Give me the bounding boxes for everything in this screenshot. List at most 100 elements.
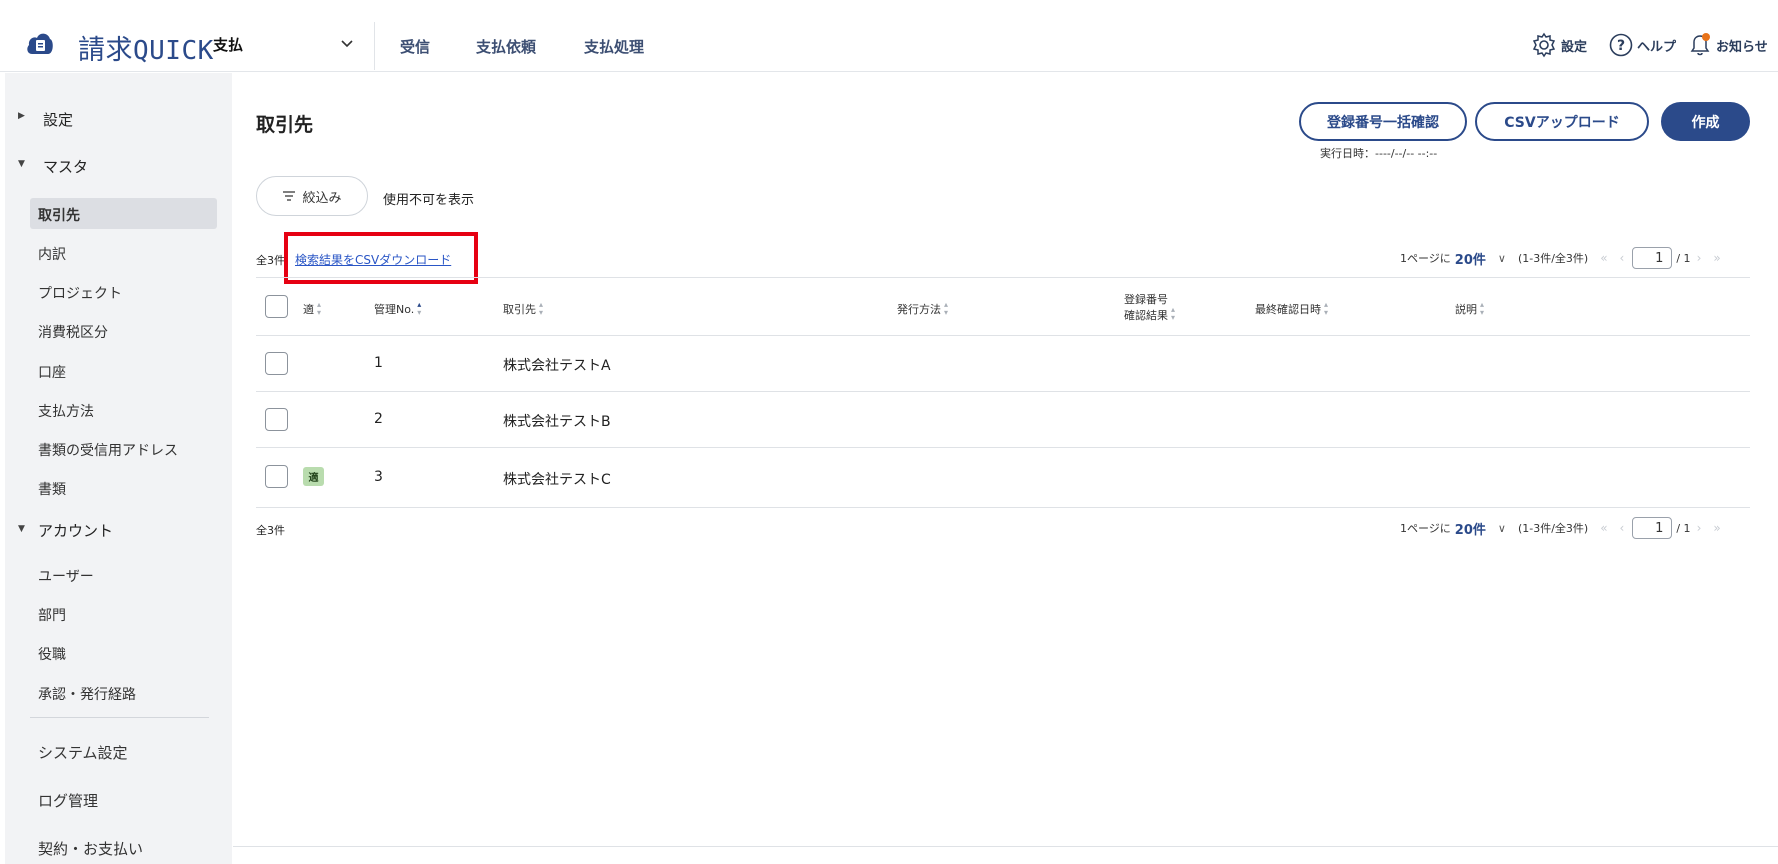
help-icon: ? (1609, 33, 1633, 57)
create-button[interactable]: 作成 (1661, 102, 1750, 141)
row-partner[interactable]: 株式会社テストA (503, 355, 611, 375)
row-border (256, 391, 1750, 392)
total-count-top: 全3件 (256, 254, 285, 267)
row-no: 3 (374, 469, 383, 485)
filter-button[interactable]: 絞込み (256, 176, 368, 216)
tab-receive[interactable]: 受信 (400, 36, 430, 57)
exec-time: 実行日時：----/--/-- --:-- (1320, 147, 1438, 160)
sidebar-item-breakdown[interactable]: 内訳 (38, 244, 66, 264)
last-page-icon[interactable]: » (1713, 251, 1720, 265)
row-partner[interactable]: 株式会社テストC (503, 469, 611, 489)
prev-page-icon[interactable]: ‹ (1620, 521, 1625, 535)
chevron-down-icon[interactable]: ∨ (1498, 522, 1506, 535)
last-page-icon[interactable]: » (1713, 521, 1720, 535)
pager-range: (1-3件/全3件) (1517, 522, 1589, 535)
sort-icon: ▴ ▾ (1171, 305, 1176, 322)
sidebar-item-users[interactable]: ユーザー (38, 566, 94, 586)
chevron-down-icon[interactable]: ∨ (1498, 252, 1506, 265)
pager-total: / 1 (1676, 251, 1691, 265)
sidebar-item-project[interactable]: プロジェクト (38, 283, 122, 303)
col-header-registration[interactable]: 登録番号 確認結果 ▴ ▾ (1124, 292, 1175, 324)
filter-icon (283, 191, 296, 201)
row-checkbox[interactable] (265, 465, 288, 488)
sidebar-group-account[interactable]: アカウント (38, 520, 113, 541)
row-checkbox[interactable] (265, 408, 288, 431)
col-header-method-label: 発行方法 (897, 303, 941, 316)
table-bottom-border (256, 507, 1750, 508)
header-divider (374, 22, 375, 70)
sidebar-item-tax-category[interactable]: 消費税区分 (38, 322, 108, 342)
pager-bottom: 1ページに 20件 ∨ (1-3件/全3件) « ‹ 1 / 1 › » (1400, 517, 1727, 539)
sidebar-item-departments[interactable]: 部門 (38, 605, 66, 625)
sidebar-item-documents[interactable]: 書類 (38, 479, 66, 499)
row-no: 2 (374, 411, 383, 427)
page-input[interactable]: 1 (1632, 247, 1673, 269)
page-size-select[interactable]: 20件 (1455, 519, 1486, 538)
app-logo-icon (27, 33, 53, 54)
sort-icon: ▴ ▾ (317, 300, 322, 317)
sidebar-item-account[interactable]: 口座 (38, 362, 66, 382)
caret-down-icon[interactable]: ▼ (18, 524, 25, 534)
next-page-icon[interactable]: › (1697, 521, 1702, 535)
col-header-no-label: 管理No. (374, 303, 415, 316)
sidebar-item-receive-address[interactable]: 書類の受信用アドレス (38, 440, 178, 460)
caret-down-icon[interactable]: ▼ (18, 159, 25, 169)
sort-icon: ▴ ▾ (1480, 300, 1485, 317)
brand-kanji: 請求 (78, 35, 133, 65)
mode-select[interactable]: 支払 (213, 34, 243, 55)
sidebar-group-master[interactable]: マスタ (43, 156, 88, 177)
total-count-bottom: 全3件 (256, 524, 285, 537)
col-header-description[interactable]: 説明 ▴ ▾ (1455, 301, 1484, 317)
sidebar-item-contract[interactable]: 契約・お支払い (38, 838, 143, 859)
svg-text:?: ? (1617, 38, 1625, 54)
row-partner[interactable]: 株式会社テストB (503, 411, 611, 431)
pager-range: (1-3件/全3件) (1517, 252, 1589, 265)
col-header-registration-line2: 確認結果 (1124, 309, 1168, 322)
sort-icon: ▴ ▾ (1324, 300, 1329, 317)
bell-icon (1690, 33, 1710, 56)
sidebar-item-approval-route[interactable]: 承認・発行経路 (38, 684, 136, 704)
page-size-select[interactable]: 20件 (1455, 249, 1486, 268)
pager-prefix: 1ページに (1400, 522, 1451, 535)
sidebar-item-partners[interactable]: 取引先 (38, 205, 80, 225)
tab-payment-processing[interactable]: 支払処理 (584, 36, 644, 57)
tab-payment-request[interactable]: 支払依頼 (476, 36, 536, 57)
col-header-partner[interactable]: 取引先 ▴ ▾ (503, 301, 543, 317)
first-page-icon[interactable]: « (1600, 251, 1607, 265)
sidebar-item-log-management[interactable]: ログ管理 (38, 790, 98, 811)
help-button[interactable]: ? ヘルプ (1609, 31, 1676, 59)
select-all-checkbox[interactable] (265, 295, 288, 318)
caret-right-icon[interactable]: ▶ (18, 111, 25, 121)
sort-icon: ▴ ▾ (944, 300, 949, 317)
col-header-description-label: 説明 (1455, 303, 1477, 316)
sort-icon: ▴ ▾ (539, 300, 544, 317)
tekikaku-badge: 適 (303, 467, 324, 486)
settings-button[interactable]: 設定 (1531, 31, 1587, 59)
sidebar-divider (30, 717, 209, 718)
page-input[interactable]: 1 (1632, 517, 1673, 539)
chevron-down-icon[interactable] (340, 36, 354, 50)
col-header-last-checked[interactable]: 最終確認日時 ▴ ▾ (1255, 301, 1328, 317)
row-no: 1 (374, 355, 383, 371)
sidebar-group-settings[interactable]: 設定 (43, 109, 73, 130)
next-page-icon[interactable]: › (1697, 251, 1702, 265)
notice-label: お知らせ (1716, 39, 1768, 55)
csv-upload-button[interactable]: CSVアップロード (1475, 102, 1649, 141)
col-header-method[interactable]: 発行方法 ▴ ▾ (897, 301, 948, 317)
row-checkbox[interactable] (265, 352, 288, 375)
filter-label: 絞込み (302, 190, 342, 206)
notice-button[interactable]: お知らせ (1688, 31, 1768, 59)
sidebar-item-system-settings[interactable]: システム設定 (38, 742, 128, 763)
first-page-icon[interactable]: « (1600, 521, 1607, 535)
sidebar-item-positions[interactable]: 役職 (38, 644, 66, 664)
col-header-last-checked-label: 最終確認日時 (1255, 303, 1321, 316)
bulk-check-button[interactable]: 登録番号一括確認 (1299, 102, 1467, 141)
prev-page-icon[interactable]: ‹ (1620, 251, 1625, 265)
app-brand: 請求QUICK (78, 28, 214, 67)
pager-prefix: 1ページに (1400, 252, 1451, 265)
col-header-no[interactable]: 管理No. ▴ ▾ (374, 301, 421, 317)
show-disabled-toggle[interactable]: 使用不可を表示 (383, 189, 474, 208)
footer-border (233, 846, 1778, 847)
sidebar-item-payment-method[interactable]: 支払方法 (38, 401, 94, 421)
col-header-tekikaku[interactable]: 適 ▴ ▾ (303, 301, 321, 317)
